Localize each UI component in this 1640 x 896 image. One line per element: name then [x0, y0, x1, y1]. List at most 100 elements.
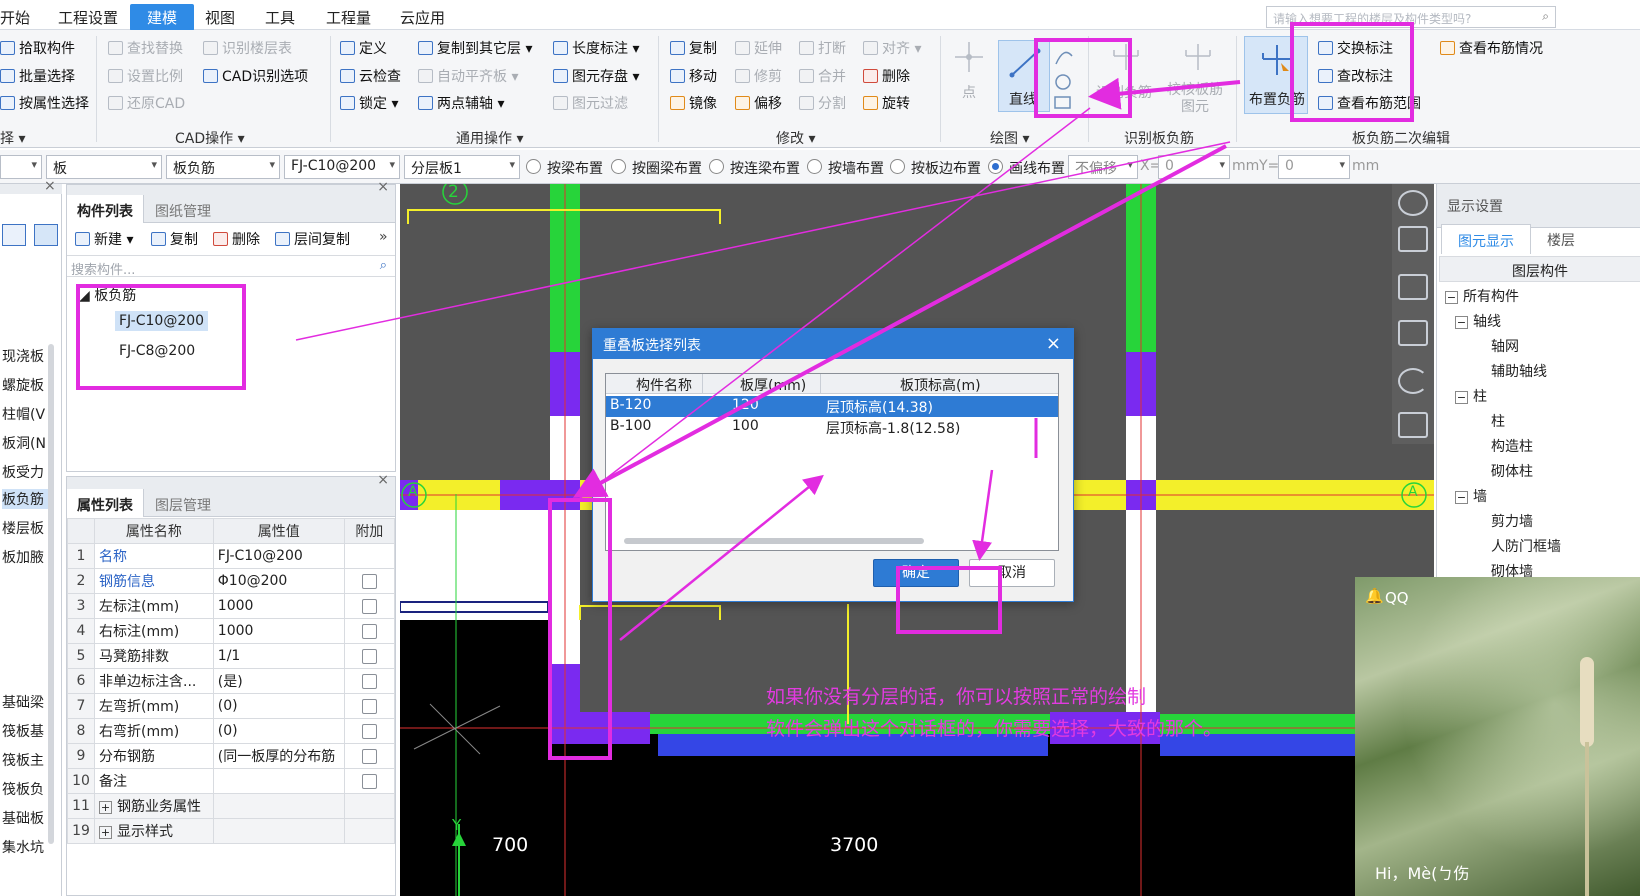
display-tree-item[interactable]: − 所有构件: [1445, 286, 1519, 306]
collapse-icon[interactable]: −: [1445, 291, 1458, 304]
menu-quantity[interactable]: 工程量: [326, 7, 371, 28]
sidebar-item-slab-hole[interactable]: 板洞(N: [2, 433, 46, 453]
x-offset-input[interactable]: 0: [1158, 155, 1230, 179]
point-tool-icon[interactable]: [955, 38, 983, 78]
copy-between-floors-button[interactable]: 层间复制: [275, 229, 350, 249]
property-value[interactable]: FJ-C10@200: [212, 543, 345, 569]
set-scale-button[interactable]: 设置比例: [108, 66, 183, 86]
property-row[interactable]: 5 马凳筋排数 1/1: [67, 643, 396, 669]
display-tree-item[interactable]: − 墙: [1455, 486, 1487, 506]
copy-component-button[interactable]: 复制: [151, 229, 198, 249]
expand-icon[interactable]: +: [99, 826, 112, 839]
delete-component-button[interactable]: 删除: [213, 229, 260, 249]
display-tree-item[interactable]: 砌体柱: [1491, 461, 1533, 481]
property-value[interactable]: (是): [212, 668, 345, 694]
select-by-property-button[interactable]: 按属性选择: [0, 93, 89, 113]
component-search-input[interactable]: 搜索构件... ⌕: [67, 255, 395, 278]
sidebar-item-column-cap[interactable]: 柱帽(V: [2, 404, 45, 424]
collapse-icon[interactable]: −: [1455, 491, 1468, 504]
tab-layer-manage[interactable]: 图层管理: [145, 489, 221, 517]
collapse-icon[interactable]: −: [1455, 316, 1468, 329]
display-tree-item[interactable]: 轴网: [1491, 336, 1519, 356]
radio-draw-line[interactable]: [988, 159, 1003, 174]
property-row[interactable]: 10 备注: [67, 768, 396, 794]
close-icon[interactable]: ×: [377, 472, 389, 488]
property-row[interactable]: 9 分布钢筋 (同一板厚的分布筋: [67, 743, 396, 769]
delete-button[interactable]: 删除: [863, 66, 910, 86]
lock-button[interactable]: 锁定 ▾: [340, 93, 398, 113]
view-grid-icon[interactable]: [1398, 412, 1428, 438]
move-button[interactable]: 移动: [670, 66, 717, 86]
save-element-button[interactable]: 图元存盘 ▾: [553, 66, 639, 86]
type-combo[interactable]: 板负筋: [166, 155, 280, 179]
radio-by-ring-beam[interactable]: [611, 159, 626, 174]
attach-checkbox[interactable]: [343, 793, 396, 819]
slab-row[interactable]: B-120 120 层顶标高(14.38): [606, 396, 1058, 417]
property-value[interactable]: 1/1: [212, 643, 345, 669]
property-row[interactable]: 6 非单边标注含... (是): [67, 668, 396, 694]
element-filter-button[interactable]: 图元过滤: [553, 93, 628, 113]
radio-by-slab-edge[interactable]: [890, 159, 905, 174]
property-value[interactable]: [212, 818, 345, 844]
property-row[interactable]: 3 左标注(mm) 1000: [67, 593, 396, 619]
offset-button[interactable]: 偏移: [735, 93, 782, 113]
attach-checkbox[interactable]: [343, 693, 396, 719]
sidebar-scrollbar[interactable]: [48, 344, 54, 844]
display-tree-item[interactable]: 柱: [1491, 411, 1505, 431]
offset-mode-combo[interactable]: 不偏移: [1068, 155, 1138, 179]
layer-combo[interactable]: 分层板1: [404, 155, 520, 179]
align-button[interactable]: 对齐 ▾: [863, 38, 921, 58]
attach-checkbox[interactable]: [343, 818, 396, 844]
length-dimension-button[interactable]: 长度标注 ▾: [553, 38, 639, 58]
merge-button[interactable]: 合并: [799, 66, 846, 86]
property-value[interactable]: [212, 768, 345, 794]
property-value[interactable]: Φ10@200: [212, 568, 345, 594]
dialog-close-icon[interactable]: ×: [1046, 333, 1061, 354]
property-row[interactable]: 8 右弯折(mm) (0): [67, 718, 396, 744]
list-view-icon[interactable]: [2, 224, 26, 246]
attach-checkbox[interactable]: [343, 593, 396, 619]
recognize-floor-table-button[interactable]: 识别楼层表: [203, 38, 292, 58]
property-row[interactable]: 7 左弯折(mm) (0): [67, 693, 396, 719]
batch-select-button[interactable]: 批量选择: [0, 66, 75, 86]
property-row[interactable]: 19 + 显示样式: [67, 818, 396, 844]
expand-icon[interactable]: +: [99, 801, 112, 814]
radio-by-link-beam[interactable]: [709, 159, 724, 174]
new-component-button[interactable]: 新建 ▾: [75, 229, 133, 249]
property-value[interactable]: 1000: [212, 618, 345, 644]
restore-cad-button[interactable]: 还原CAD: [108, 93, 185, 113]
sidebar-item-raft-negative[interactable]: 筏板负: [2, 779, 44, 799]
group-general[interactable]: 通用操作 ▾: [456, 128, 523, 148]
sidebar-item-spiral-slab[interactable]: 螺旋板: [2, 375, 44, 395]
y-offset-input[interactable]: 0: [1278, 155, 1350, 179]
sidebar-item-cast-slab[interactable]: 现浇板: [2, 346, 44, 366]
display-tree-item[interactable]: 辅助轴线: [1491, 361, 1547, 381]
property-row[interactable]: 11 + 钢筋业务属性: [67, 793, 396, 819]
sidebar-item-raft-base[interactable]: 筏板基: [2, 721, 44, 741]
menu-tools[interactable]: 工具: [265, 7, 295, 28]
tab-drawing-manage[interactable]: 图纸管理: [145, 195, 221, 223]
tab-component-list[interactable]: 构件列表: [67, 195, 144, 223]
display-tree-item[interactable]: 剪力墙: [1491, 511, 1533, 531]
copy-button[interactable]: 复制: [670, 38, 717, 58]
menu-view[interactable]: 视图: [205, 7, 235, 28]
group-cad[interactable]: CAD操作 ▾: [175, 128, 245, 148]
tab-element-display[interactable]: 图元显示: [1441, 224, 1531, 254]
view-top-icon[interactable]: [1398, 274, 1428, 300]
collapse-icon[interactable]: −: [1455, 391, 1468, 404]
attach-checkbox[interactable]: [343, 543, 396, 569]
tree-view-icon[interactable]: [34, 224, 58, 246]
attach-checkbox[interactable]: [343, 618, 396, 644]
display-tree-item[interactable]: − 柱: [1455, 386, 1487, 406]
check-rebar-icon[interactable]: [1180, 42, 1216, 72]
attach-checkbox[interactable]: [343, 768, 396, 794]
split-button[interactable]: 分割: [799, 93, 846, 113]
property-value[interactable]: (0): [212, 693, 345, 719]
view-3d-icon[interactable]: [1398, 226, 1428, 252]
property-row[interactable]: 1 名称 FJ-C10@200: [67, 543, 396, 569]
sidebar-item-foundation-beam[interactable]: 基础梁: [2, 692, 44, 712]
sidebar-item-foundation-slab[interactable]: 基础板: [2, 808, 44, 828]
pick-component-button[interactable]: 拾取构件: [0, 38, 75, 58]
view-rebar-status-button[interactable]: 查看布筋情况: [1440, 38, 1543, 58]
attach-checkbox[interactable]: [343, 568, 396, 594]
